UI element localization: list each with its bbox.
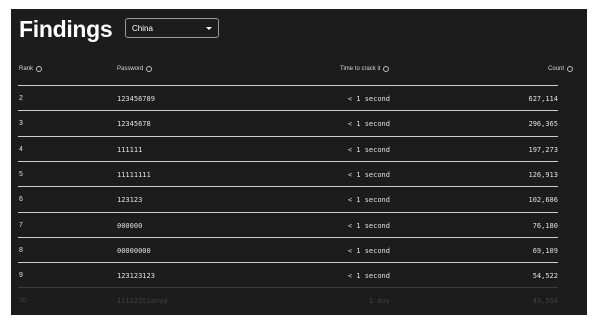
- cell-count: 43,554: [532, 297, 558, 306]
- cell-count: 102,686: [528, 196, 558, 205]
- info-icon[interactable]: [146, 66, 153, 72]
- cell-count: 54,522: [532, 272, 558, 281]
- cell-password: 123123: [117, 196, 143, 205]
- cell-time: < 1 second: [347, 196, 390, 205]
- cell-time: < 1 second: [347, 246, 390, 255]
- findings-panel: Findings China Rank Password Time to cra…: [11, 9, 587, 315]
- info-icon[interactable]: [36, 66, 43, 72]
- cell-rank: 8: [19, 246, 23, 254]
- cell-time: < 1 second: [347, 145, 390, 154]
- country-select-value: China: [132, 24, 153, 33]
- cell-rank: 6: [19, 196, 23, 204]
- table-row[interactable]: 7 000000 < 1 second 76,180: [18, 211, 558, 237]
- cell-rank: 10: [19, 297, 27, 305]
- cell-count: 197,273: [528, 145, 558, 154]
- cell-rank: 4: [19, 145, 23, 153]
- cell-count: 69,109: [532, 246, 558, 255]
- column-header-time[interactable]: Time to crack it: [340, 66, 390, 72]
- column-header-rank-label: Rank: [19, 66, 34, 72]
- table-row[interactable]: 9 123123123 < 1 second 54,522: [18, 262, 558, 287]
- column-header-count-label: Count: [547, 66, 564, 72]
- column-header-time-label: Time to crack it: [340, 66, 381, 72]
- cell-count: 76,180: [532, 221, 558, 230]
- cell-password: 123123123: [117, 272, 155, 281]
- cell-count: 296,365: [528, 120, 558, 129]
- info-icon[interactable]: [567, 66, 573, 72]
- cell-time: 1 day: [368, 297, 390, 306]
- cell-password: 000000: [117, 221, 143, 230]
- column-header-count[interactable]: Count: [548, 66, 573, 72]
- cell-time: < 1 second: [347, 272, 390, 281]
- cell-rank: 2: [19, 95, 23, 102]
- table-row[interactable]: 6 123123 < 1 second 102,686: [18, 186, 558, 211]
- table-row[interactable]: 2 123456789 < 1 second 627,114: [18, 85, 558, 110]
- cell-time: < 1 second: [347, 95, 390, 103]
- table-row[interactable]: 8 00000000 < 1 second 69,109: [18, 236, 558, 262]
- column-header-password-label: Password: [117, 66, 144, 72]
- info-icon[interactable]: [383, 66, 390, 72]
- cell-time: < 1 second: [347, 170, 390, 179]
- table-row[interactable]: 4 111111 < 1 second 197,273: [18, 135, 558, 161]
- cell-time: < 1 second: [347, 221, 390, 230]
- column-header-rank[interactable]: Rank: [19, 66, 43, 72]
- column-header-password[interactable]: Password: [117, 66, 153, 72]
- page-title: Findings: [19, 16, 113, 42]
- table-row[interactable]: 5 11111111 < 1 second 126,913: [18, 160, 558, 186]
- cell-password: 111222tianya: [117, 297, 168, 306]
- cell-password: 111111: [117, 145, 143, 154]
- cell-count: 126,913: [528, 170, 558, 179]
- cell-rank: 5: [19, 170, 23, 178]
- cell-rank: 7: [19, 221, 23, 229]
- chevron-down-icon: [206, 27, 212, 30]
- cell-count: 627,114: [528, 95, 558, 103]
- cell-password: 00000000: [117, 246, 151, 255]
- cell-rank: 3: [19, 120, 23, 128]
- country-select[interactable]: China: [125, 18, 219, 38]
- table-row[interactable]: 10 111222tianya 1 day 43,554: [18, 287, 558, 312]
- cell-time: < 1 second: [347, 120, 390, 129]
- cell-password: 12345678: [117, 120, 151, 129]
- cell-password: 11111111: [117, 170, 151, 179]
- table-row[interactable]: 3 12345678 < 1 second 296,365: [18, 110, 558, 135]
- cell-rank: 9: [19, 272, 23, 280]
- cell-password: 123456789: [117, 95, 155, 103]
